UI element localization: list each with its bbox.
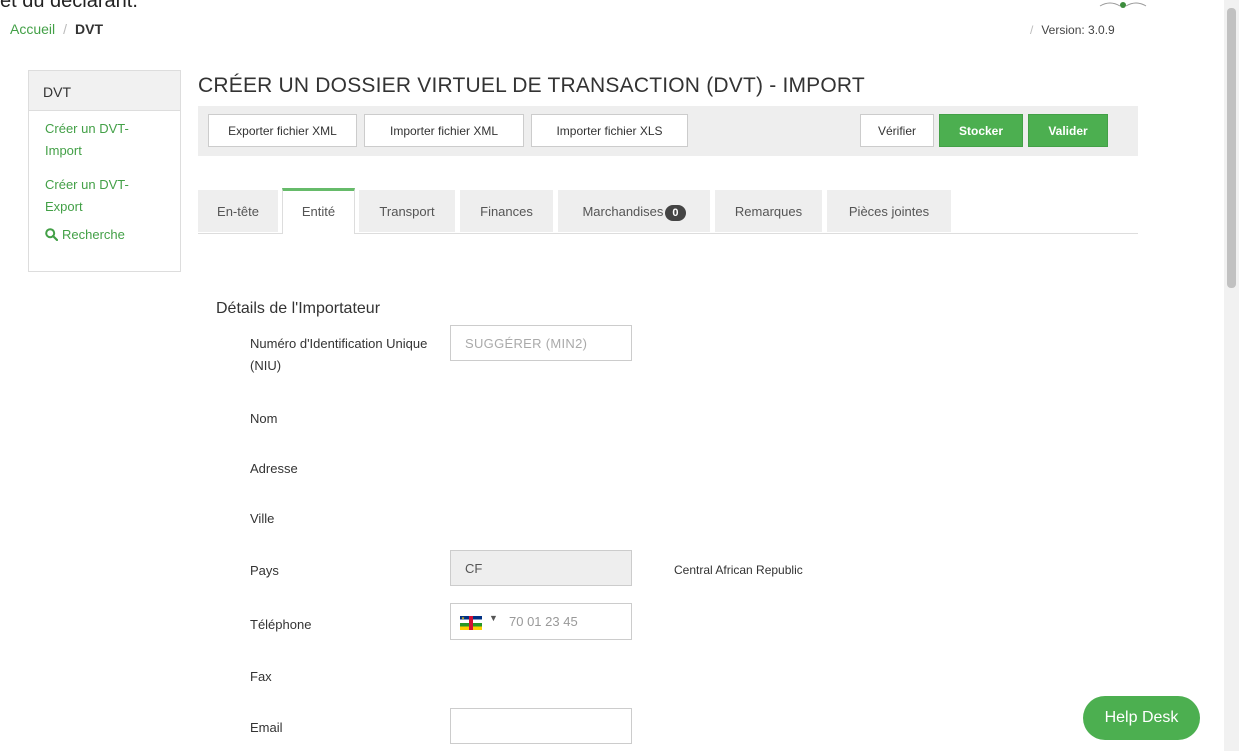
niu-input[interactable] <box>450 325 632 361</box>
email-label: Email <box>250 720 283 735</box>
tab-marchandises-label: Marchandises <box>582 204 664 219</box>
search-icon <box>45 228 58 241</box>
breadcrumb-current: DVT <box>75 21 104 37</box>
tab-entite[interactable]: Entité <box>282 188 355 234</box>
marchandises-count-badge: 0 <box>665 204 686 221</box>
store-button[interactable]: Stocker <box>939 114 1023 147</box>
export-xml-button[interactable]: Exporter fichier XML <box>208 114 357 147</box>
sidebar-item-create-dvt-export[interactable]: Créer un DVT-Export <box>29 174 151 218</box>
version-info: / Version: 3.0.9 <box>1030 23 1115 37</box>
tab-bar: En-tête Entité Transport Finances Marcha… <box>198 188 1138 234</box>
central-african-republic-flag-icon[interactable] <box>460 616 482 630</box>
toolbar: Exporter fichier XML Importer fichier XM… <box>198 106 1138 156</box>
version-label: Version: 3.0.9 <box>1041 23 1115 37</box>
email-input[interactable] <box>450 708 632 744</box>
tab-en-tete[interactable]: En-tête <box>198 190 278 232</box>
pays-input <box>450 550 632 586</box>
sidebar-item-create-dvt-import[interactable]: Créer un DVT-Import <box>29 118 151 162</box>
niu-label: Numéro d'Identification Unique (NIU) <box>250 336 428 373</box>
tab-pieces-jointes[interactable]: Pièces jointes <box>827 190 951 232</box>
sidebar-search-label: Recherche <box>62 227 125 242</box>
help-desk-button[interactable]: Help Desk <box>1083 696 1200 740</box>
breadcrumb-separator: / <box>63 21 68 37</box>
tab-finances[interactable]: Finances <box>460 190 553 232</box>
page-scrollbar[interactable] <box>1224 0 1239 751</box>
nom-label: Nom <box>250 411 278 426</box>
sidebar: DVT Créer un DVT-Import Créer un DVT-Exp… <box>28 70 181 272</box>
import-xls-button[interactable]: Importer fichier XLS <box>531 114 688 147</box>
scrollbar-thumb[interactable] <box>1227 8 1236 288</box>
fax-label: Fax <box>250 669 272 684</box>
tab-marchandises[interactable]: Marchandises 0 <box>558 190 710 232</box>
telephone-field: ▼ <box>450 603 632 640</box>
breadcrumb-home-link[interactable]: Accueil <box>10 21 55 37</box>
tab-transport[interactable]: Transport <box>359 190 455 232</box>
validate-button[interactable]: Valider <box>1028 114 1108 147</box>
telephone-input[interactable] <box>509 604 629 639</box>
tab-remarques[interactable]: Remarques <box>715 190 822 232</box>
sidebar-header: DVT <box>29 71 180 111</box>
breadcrumb: Accueil / DVT <box>10 21 103 37</box>
verify-button[interactable]: Vérifier <box>860 114 934 147</box>
emblem-logo-icon <box>1099 2 1147 8</box>
page-title: CRÉER UN DOSSIER VIRTUEL DE TRANSACTION … <box>198 74 865 97</box>
pays-name: Central African Republic <box>674 563 803 577</box>
chevron-down-icon[interactable]: ▼ <box>489 613 498 623</box>
version-separator: / <box>1030 23 1034 37</box>
telephone-label: Téléphone <box>250 617 312 632</box>
ville-label: Ville <box>250 511 275 526</box>
adresse-label: Adresse <box>250 461 298 476</box>
importer-section-title: Détails de l'Importateur <box>216 300 381 317</box>
sidebar-item-search[interactable]: Recherche <box>29 227 180 242</box>
pays-label: Pays <box>250 563 279 578</box>
truncated-header-text: et du déclarant. <box>0 0 138 12</box>
import-xml-button[interactable]: Importer fichier XML <box>364 114 524 147</box>
